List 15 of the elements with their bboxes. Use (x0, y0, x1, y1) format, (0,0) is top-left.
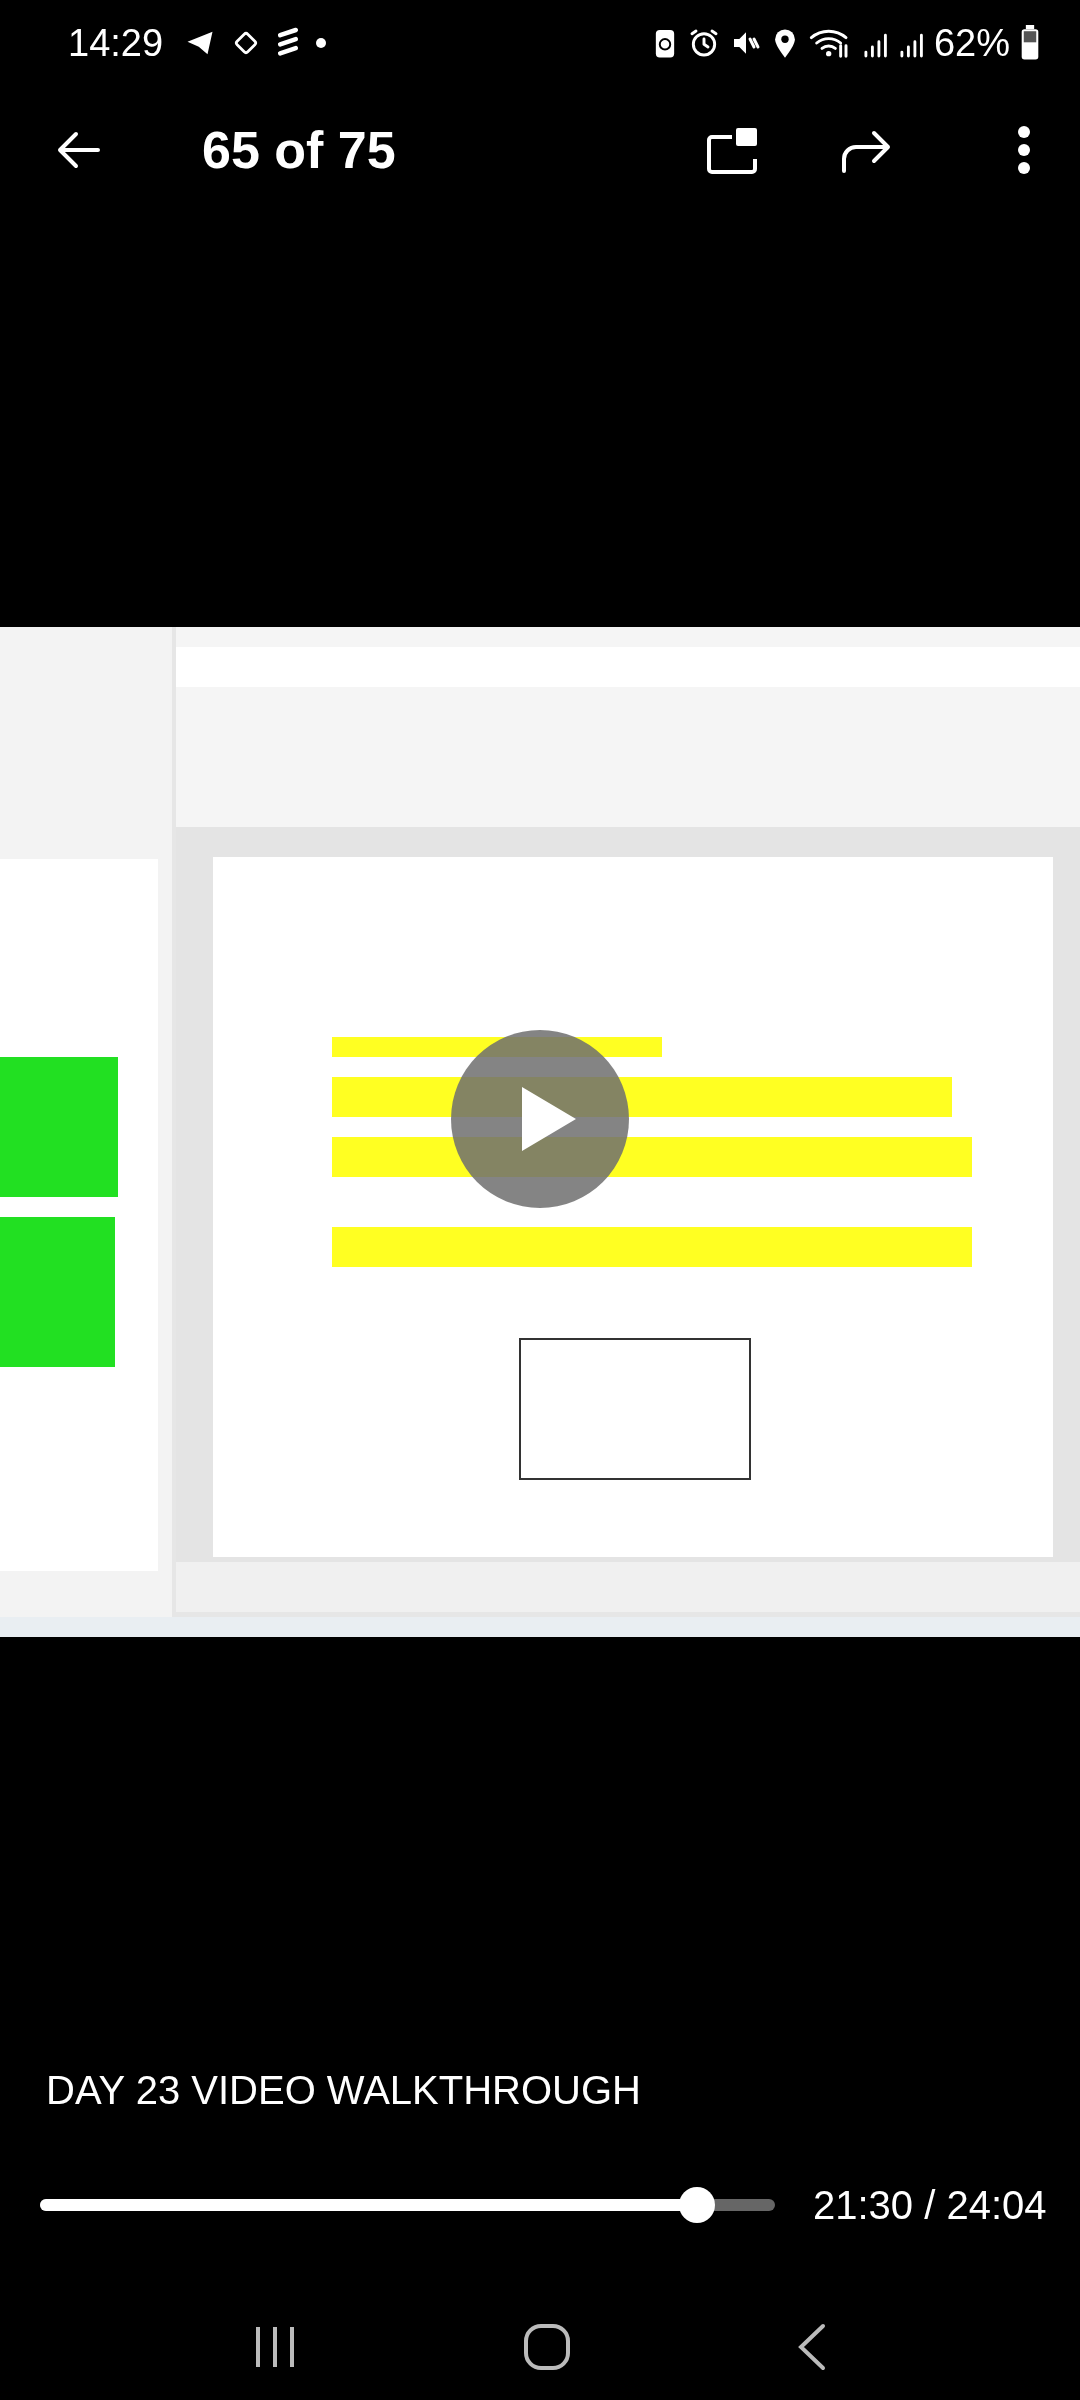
seek-handle[interactable] (679, 2187, 716, 2223)
back-nav-button[interactable] (797, 2323, 827, 2371)
dot-icon (315, 37, 328, 49)
playback-time: 21:30 / 24:04 (813, 2182, 1047, 2228)
play-button[interactable] (450, 1029, 630, 1209)
battery-percentage: 62% (933, 21, 1010, 65)
clock: 14:29 (68, 21, 164, 65)
home-button[interactable] (523, 2323, 571, 2371)
alarm-icon (687, 27, 720, 59)
more-options-button[interactable] (1016, 125, 1032, 175)
video-title: DAY 23 VIDEO WALKTHROUGH (46, 2067, 641, 2113)
page-counter: 65 of 75 (202, 120, 396, 180)
popup-view-button[interactable] (706, 125, 760, 175)
battery-icon (1020, 25, 1040, 61)
recent-apps-button[interactable] (253, 2324, 297, 2370)
